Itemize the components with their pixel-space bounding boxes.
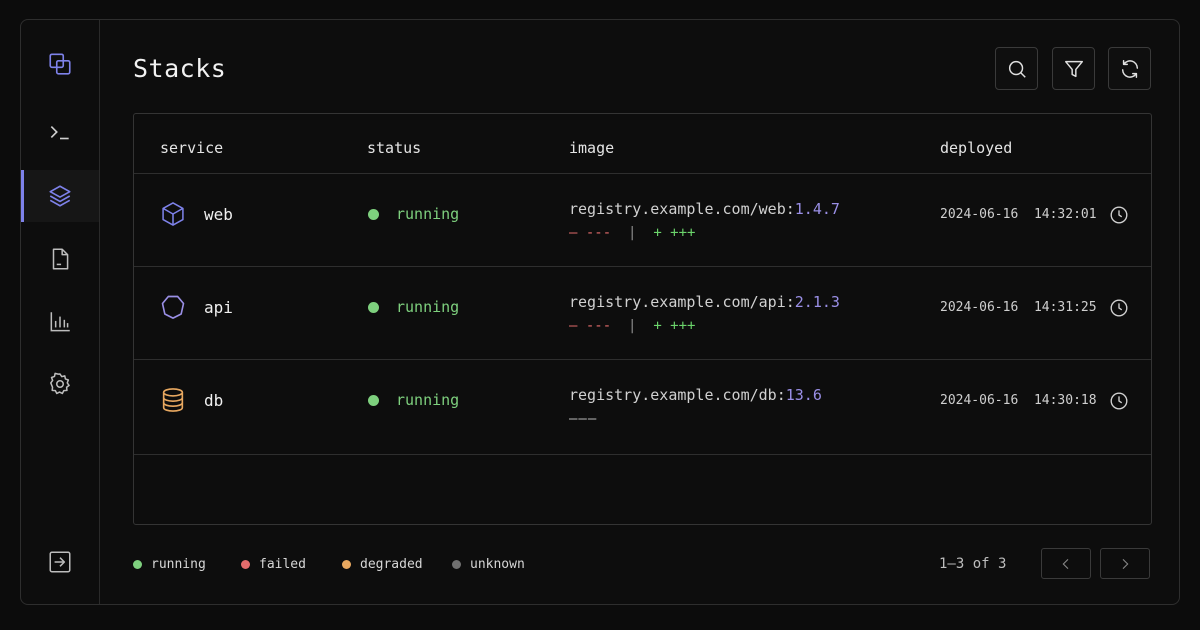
service-name: db	[204, 391, 224, 410]
copy-squares-icon	[49, 53, 71, 75]
legend-dot	[452, 560, 461, 569]
table-row[interactable]: api running registry.example.com/api:2.1…	[134, 267, 1151, 359]
sidebar-item-metrics[interactable]	[21, 296, 99, 348]
service-name: api	[204, 298, 233, 317]
gear-icon	[50, 372, 70, 395]
app-window: Stacks service status image deployed web…	[20, 19, 1180, 605]
clock-icon[interactable]	[1108, 390, 1130, 412]
deployed-timestamp: 2024-06-16 14:30:18	[940, 393, 1097, 408]
chevron-right-icon	[1122, 558, 1129, 569]
image-diff: ———	[569, 411, 598, 427]
search-icon	[1008, 60, 1026, 78]
sidebar-item-files[interactable]	[21, 233, 99, 285]
divider	[134, 454, 1151, 455]
hexagon-icon	[161, 295, 185, 319]
bar-chart-icon	[50, 312, 70, 332]
deployed-timestamp: 2024-06-16 14:32:01	[940, 207, 1097, 222]
filter-button[interactable]	[1052, 47, 1095, 90]
cube-icon	[162, 202, 184, 226]
column-header-status[interactable]: status	[367, 139, 421, 157]
prev-page-button[interactable]	[1041, 548, 1091, 579]
page-title: Stacks	[133, 54, 227, 83]
image-diff: — --- | + +++	[569, 225, 696, 241]
chevron-left-icon	[1062, 558, 1069, 569]
legend-dot	[133, 560, 142, 569]
next-page-button[interactable]	[1100, 548, 1150, 579]
image-ref: registry.example.com/db:13.6	[569, 386, 822, 404]
image-tag: 1.4.7	[794, 200, 840, 218]
legend-dot	[241, 560, 250, 569]
status-dot	[368, 209, 379, 220]
deployed-timestamp: 2024-06-16 14:31:25	[940, 300, 1097, 315]
image-tag: 13.6	[785, 386, 822, 404]
logout-icon	[49, 551, 71, 573]
sidebar-item-home[interactable]	[21, 38, 99, 90]
legend-item-running: running	[133, 557, 206, 572]
status-dot	[368, 395, 379, 406]
sidebar-item-settings[interactable]	[21, 358, 99, 410]
table-row[interactable]: db running registry.example.com/db:13.6 …	[134, 360, 1151, 452]
image-tag: 2.1.3	[794, 293, 840, 311]
status-badge: running	[396, 391, 460, 409]
legend-item-failed: failed	[241, 557, 306, 572]
clock-icon[interactable]	[1108, 204, 1130, 226]
sidebar	[21, 20, 100, 604]
image-diff: — --- | + +++	[569, 318, 696, 334]
filter-icon	[1064, 60, 1083, 77]
clock-icon[interactable]	[1108, 297, 1130, 319]
status-badge: running	[396, 205, 460, 223]
column-header-image[interactable]: image	[569, 139, 614, 157]
image-ref: registry.example.com/api:2.1.3	[569, 293, 840, 311]
legend-item-degraded: degraded	[342, 557, 423, 572]
service-name: web	[204, 205, 233, 224]
sidebar-item-stacks[interactable]	[21, 170, 99, 222]
file-icon	[52, 248, 69, 270]
column-header-deployed[interactable]: deployed	[940, 139, 1012, 157]
legend-dot	[342, 560, 351, 569]
search-button[interactable]	[995, 47, 1038, 90]
layers-icon	[49, 185, 71, 207]
table-row[interactable]: web running registry.example.com/web:1.4…	[134, 174, 1151, 266]
image-ref: registry.example.com/web:1.4.7	[569, 200, 840, 218]
logout-button[interactable]	[21, 536, 99, 588]
stacks-table: service status image deployed web runnin…	[133, 113, 1152, 525]
terminal-icon	[50, 126, 69, 140]
refresh-button[interactable]	[1108, 47, 1151, 90]
refresh-icon	[1121, 59, 1138, 78]
status-dot	[368, 302, 379, 313]
pagination-info: 1–3 of 3	[939, 556, 1007, 572]
status-badge: running	[396, 298, 460, 316]
column-header-service[interactable]: service	[160, 139, 223, 157]
database-icon	[162, 388, 184, 412]
legend-item-unknown: unknown	[452, 557, 525, 572]
sidebar-item-terminal[interactable]	[21, 106, 99, 158]
